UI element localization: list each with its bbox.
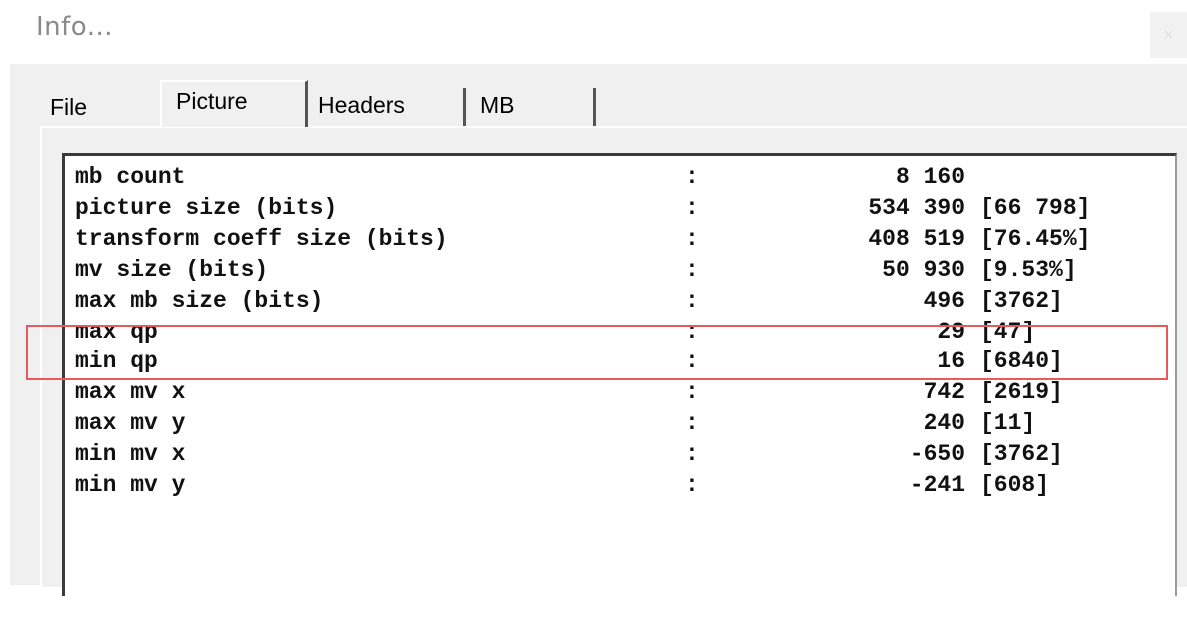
stat-value: 496 <box>923 288 965 314</box>
stat-separator: : <box>685 257 699 283</box>
stat-name: min mv y <box>75 472 186 498</box>
tab-mb[interactable]: MB <box>466 88 596 126</box>
stat-row: max mv y : 240 [11] <box>65 408 1175 439</box>
stat-value: 50 930 <box>882 257 965 283</box>
stat-value: -241 <box>909 472 965 498</box>
stat-separator: : <box>685 379 699 405</box>
stat-extra: [3762] <box>980 441 1063 467</box>
stat-separator: : <box>685 164 699 190</box>
stat-extra: [608] <box>980 472 1050 498</box>
stat-row: min mv x : -650 [3762] <box>65 439 1175 470</box>
stat-name: transform coeff size (bits) <box>75 226 448 252</box>
title-bar[interactable]: Info... × <box>0 0 1187 64</box>
stat-name: mb count <box>75 164 186 190</box>
stat-extra: [76.45%] <box>980 226 1091 252</box>
stat-value: 534 390 <box>868 195 965 221</box>
stat-value: 8 160 <box>895 164 965 190</box>
stat-name: max mv x <box>75 379 186 405</box>
stat-separator: : <box>685 195 699 221</box>
info-window: Info... × File Picture Headers MB mb cou… <box>0 0 1187 596</box>
stat-extra: [3762] <box>980 288 1063 314</box>
stat-extra: [2619] <box>980 379 1063 405</box>
stat-value: 240 <box>923 410 965 436</box>
stat-separator: : <box>685 441 699 467</box>
stat-name: max mv y <box>75 410 186 436</box>
stat-extra: [66 798] <box>980 195 1091 221</box>
stat-extra: [9.53%] <box>980 257 1077 283</box>
stat-value: -650 <box>909 441 965 467</box>
window-title: Info... <box>36 12 114 42</box>
stat-row: mb count : 8 160 <box>65 162 1175 193</box>
annotation-highlight-box <box>26 325 1168 380</box>
stat-row: min mv y : -241 [608] <box>65 470 1175 501</box>
stat-row: picture size (bits) : 534 390 [66 798] <box>65 193 1175 224</box>
stat-separator: : <box>685 472 699 498</box>
stat-name: min mv x <box>75 441 186 467</box>
stat-row: transform coeff size (bits) : 408 519 [7… <box>65 224 1175 255</box>
stat-separator: : <box>685 410 699 436</box>
stat-separator: : <box>685 226 699 252</box>
stat-row: mv size (bits) : 50 930 [9.53%] <box>65 255 1175 286</box>
stat-row: max mb size (bits) : 496 [3762] <box>65 286 1175 317</box>
tab-picture[interactable]: Picture <box>160 80 308 127</box>
stat-name: picture size (bits) <box>75 195 338 221</box>
stat-name: max mb size (bits) <box>75 288 324 314</box>
stat-separator: : <box>685 288 699 314</box>
close-button[interactable]: × <box>1150 12 1187 58</box>
stat-row: max mv x : 742 [2619] <box>65 377 1175 408</box>
stat-value: 742 <box>923 379 965 405</box>
tab-headers[interactable]: Headers <box>308 88 466 126</box>
stat-extra: [11] <box>980 410 1036 436</box>
stat-name: mv size (bits) <box>75 257 269 283</box>
stat-value: 408 519 <box>868 226 965 252</box>
tab-file[interactable]: File <box>36 90 156 126</box>
